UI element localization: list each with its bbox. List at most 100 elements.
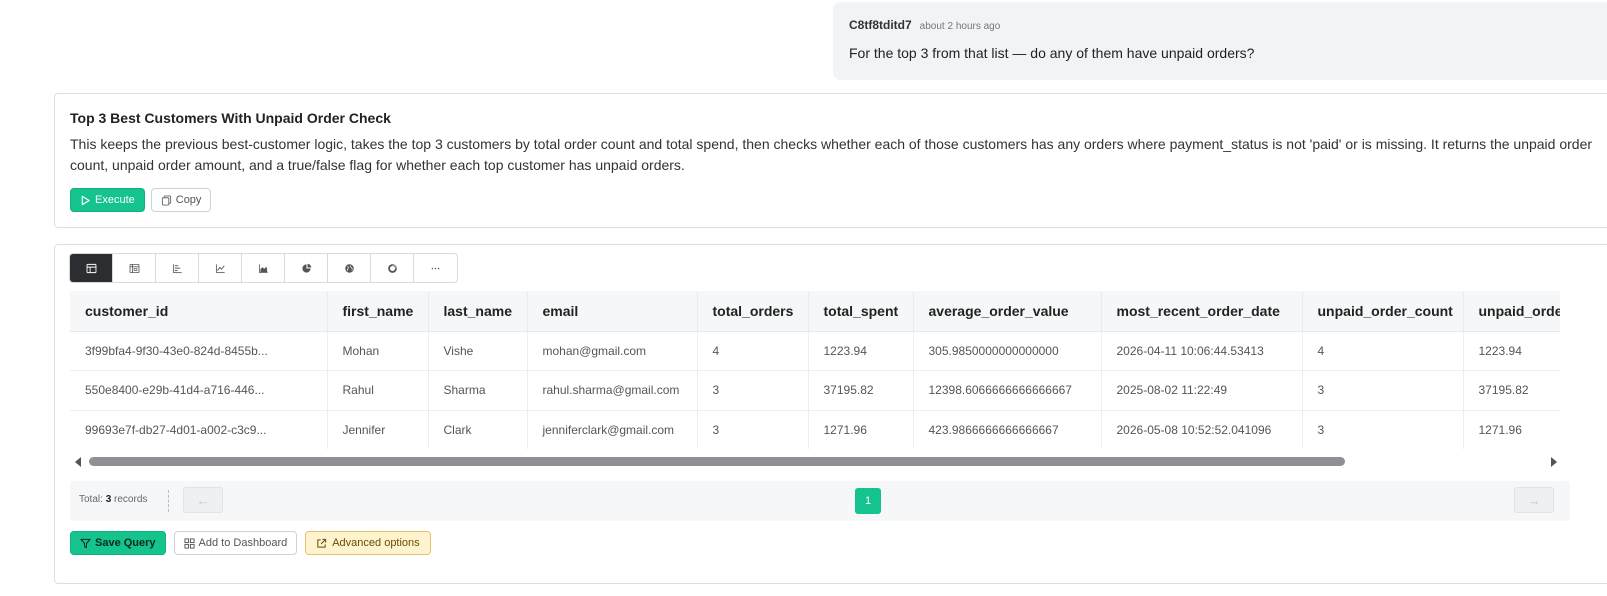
column-header[interactable]: first_name bbox=[327, 291, 429, 332]
table-cell: 1223.94 bbox=[808, 331, 914, 371]
table-cell: Sharma bbox=[428, 370, 528, 411]
table-cell: Vishe bbox=[428, 331, 528, 371]
result-actions: Save Query Add to Dashboard Advanced opt… bbox=[70, 531, 431, 555]
column-header[interactable]: unpaid_order_count bbox=[1302, 291, 1464, 332]
total-records: Total: 3 records bbox=[79, 494, 147, 505]
scrollbar-thumb[interactable] bbox=[89, 457, 1345, 466]
pie-chart-icon bbox=[301, 263, 312, 274]
table-row: 99693e7f-db27-4d01-a002-c3c9... Jennifer… bbox=[70, 410, 1560, 449]
table-cell: 305.9850000000000000 bbox=[913, 331, 1102, 371]
page-number-button[interactable]: 1 bbox=[855, 488, 881, 514]
column-header[interactable]: total_spent bbox=[808, 291, 914, 332]
line-chart-icon bbox=[215, 263, 226, 274]
add-to-dashboard-label: Add to Dashboard bbox=[198, 537, 288, 549]
results-card: customer_id first_name last_name email t… bbox=[54, 244, 1607, 584]
table-cell: 3 bbox=[697, 370, 809, 411]
table-cell: 2026-04-11 10:06:44.53413 bbox=[1101, 331, 1303, 371]
view-pivot-button[interactable] bbox=[113, 254, 156, 282]
table-header-row: customer_id first_name last_name email t… bbox=[70, 291, 1560, 332]
area-chart-icon bbox=[258, 263, 269, 274]
scroll-right-arrow-icon[interactable] bbox=[1551, 457, 1557, 467]
copy-button[interactable]: Copy bbox=[150, 188, 212, 212]
bar-chart-icon bbox=[172, 263, 183, 274]
table-cell: 3 bbox=[1302, 370, 1464, 411]
table-cell: Clark bbox=[428, 410, 528, 449]
table-row: 550e8400-e29b-41d4-a716-446... Rahul Sha… bbox=[70, 370, 1560, 411]
total-prefix: Total: bbox=[79, 494, 103, 505]
scroll-left-arrow-icon[interactable] bbox=[75, 457, 81, 467]
save-query-label: Save Query bbox=[95, 537, 156, 549]
play-icon bbox=[80, 195, 91, 206]
view-more-button[interactable] bbox=[414, 254, 457, 282]
table-cell: Jennifer bbox=[327, 410, 429, 449]
query-description: This keeps the previous best-customer lo… bbox=[70, 136, 1593, 173]
dashboard-grid-icon bbox=[184, 537, 195, 549]
view-table-button[interactable] bbox=[70, 254, 113, 282]
column-header[interactable]: unpaid_order_amount bbox=[1463, 291, 1560, 332]
copy-icon bbox=[161, 194, 172, 206]
message-timestamp: about 2 hours ago bbox=[919, 21, 1001, 32]
column-header[interactable]: last_name bbox=[428, 291, 528, 332]
column-header[interactable]: total_orders bbox=[697, 291, 809, 332]
view-switcher bbox=[69, 253, 458, 283]
table-cell: 1271.96 bbox=[1463, 410, 1560, 449]
view-line-button[interactable] bbox=[199, 254, 242, 282]
table-cell: Mohan bbox=[327, 331, 429, 371]
pager-divider bbox=[168, 490, 169, 512]
copy-label: Copy bbox=[175, 194, 202, 206]
table-cell: 2025-08-02 11:22:49 bbox=[1101, 370, 1303, 411]
total-count: 3 bbox=[105, 494, 112, 505]
globe-icon bbox=[344, 263, 355, 274]
results-table: customer_id first_name last_name email t… bbox=[70, 291, 1560, 449]
table-cell: rahul.sharma@gmail.com bbox=[527, 370, 698, 411]
pivot-table-icon bbox=[129, 263, 140, 274]
execute-label: Execute bbox=[95, 194, 135, 206]
table-cell: 12398.6066666666666667 bbox=[913, 370, 1102, 411]
table-cell: 2026-05-08 10:52:52.041096 bbox=[1101, 410, 1303, 449]
donut-chart-icon bbox=[387, 263, 398, 274]
table-icon bbox=[86, 263, 97, 274]
add-to-dashboard-button[interactable]: Add to Dashboard bbox=[173, 531, 298, 555]
view-map-button[interactable] bbox=[328, 254, 371, 282]
message-author: C8tf8tditd7 bbox=[849, 18, 912, 32]
results-table-container[interactable]: customer_id first_name last_name email t… bbox=[70, 291, 1560, 449]
view-bar-button[interactable] bbox=[156, 254, 199, 282]
previous-page-button[interactable]: ← bbox=[183, 487, 223, 513]
table-cell: 4 bbox=[697, 331, 809, 371]
view-donut-button[interactable] bbox=[371, 254, 414, 282]
table-cell: 550e8400-e29b-41d4-a716-446... bbox=[70, 370, 328, 411]
table-cell: 99693e7f-db27-4d01-a002-c3c9... bbox=[70, 410, 328, 449]
save-query-button[interactable]: Save Query bbox=[70, 531, 166, 555]
view-pie-button[interactable] bbox=[285, 254, 328, 282]
table-row: 3f99bfa4-9f30-43e0-824d-8455b... Mohan V… bbox=[70, 331, 1560, 371]
table-cell: 4 bbox=[1302, 331, 1464, 371]
table-cell: 37195.82 bbox=[808, 370, 914, 411]
table-cell: 1271.96 bbox=[808, 410, 914, 449]
column-header[interactable]: average_order_value bbox=[913, 291, 1102, 332]
table-cell: jenniferclark@gmail.com bbox=[527, 410, 698, 449]
column-header[interactable]: most_recent_order_date bbox=[1101, 291, 1303, 332]
table-cell: 1223.94 bbox=[1463, 331, 1560, 371]
message-text: For the top 3 from that list — do any of… bbox=[849, 45, 1255, 61]
table-cell: 3f99bfa4-9f30-43e0-824d-8455b... bbox=[70, 331, 328, 371]
table-cell: 37195.82 bbox=[1463, 370, 1560, 411]
advanced-options-button[interactable]: Advanced options bbox=[305, 531, 431, 555]
total-suffix: records bbox=[114, 494, 148, 505]
horizontal-scrollbar[interactable] bbox=[75, 456, 1557, 468]
view-area-button[interactable] bbox=[242, 254, 285, 282]
column-header[interactable]: email bbox=[527, 291, 698, 332]
external-link-icon bbox=[316, 538, 327, 549]
filter-icon bbox=[80, 538, 91, 549]
column-header[interactable]: customer_id bbox=[70, 291, 328, 332]
user-message-bubble: C8tf8tditd7 about 2 hours ago For the to… bbox=[833, 2, 1607, 80]
next-page-button[interactable]: → bbox=[1514, 487, 1554, 513]
query-card: Top 3 Best Customers With Unpaid Order C… bbox=[54, 93, 1607, 228]
pagination-bar: Total: 3 records ← 1 → bbox=[70, 481, 1570, 521]
table-cell: Rahul bbox=[327, 370, 429, 411]
execute-button[interactable]: Execute bbox=[70, 188, 145, 212]
advanced-options-label: Advanced options bbox=[332, 537, 420, 549]
table-cell: 3 bbox=[1302, 410, 1464, 449]
more-icon bbox=[430, 263, 441, 274]
table-cell: mohan@gmail.com bbox=[527, 331, 698, 371]
table-cell: 3 bbox=[697, 410, 809, 449]
